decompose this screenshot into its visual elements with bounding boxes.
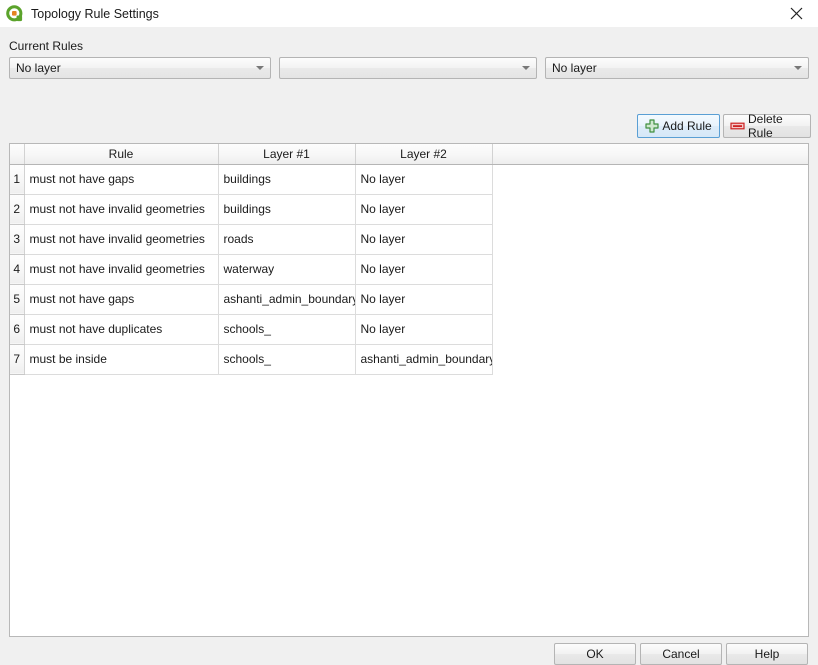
cell-filler <box>492 224 808 254</box>
table-row[interactable]: 5 must not have gaps ashanti_admin_boundar… <box>10 284 808 315</box>
row-number[interactable]: 5 <box>10 284 25 315</box>
cell-layer1[interactable]: schools_ <box>218 314 356 345</box>
row-number[interactable]: 6 <box>10 314 25 345</box>
rules-table-header: Rule Layer #1 Layer #2 <box>10 144 808 165</box>
cell-rule[interactable]: must not have duplicates <box>24 314 219 345</box>
row-number[interactable]: 1 <box>10 164 25 195</box>
dialog-body: Current Rules No layer No layer Add Rule… <box>0 27 818 665</box>
cell-layer2[interactable]: No layer <box>355 314 493 345</box>
cell-layer1[interactable]: roads <box>218 224 356 255</box>
layer1-combo-value: No layer <box>16 61 61 75</box>
red-minus-icon <box>730 119 745 133</box>
help-button-label: Help <box>754 647 780 661</box>
row-number[interactable]: 2 <box>10 194 25 225</box>
cell-rule[interactable]: must not have gaps <box>24 284 219 315</box>
cancel-button[interactable]: Cancel <box>640 643 722 665</box>
cell-filler <box>492 314 808 344</box>
cell-layer1[interactable]: waterway <box>218 254 356 285</box>
row-number[interactable]: 7 <box>10 344 25 375</box>
rule-combo[interactable] <box>279 57 537 79</box>
delete-rule-label: Delete Rule <box>748 112 783 140</box>
cell-rule[interactable]: must be inside <box>24 344 219 375</box>
title-bar: Topology Rule Settings <box>0 0 818 27</box>
table-corner-header[interactable] <box>10 144 25 165</box>
table-row[interactable]: 1 must not have gaps buildings No layer <box>10 164 808 195</box>
column-header-layer2[interactable]: Layer #2 <box>355 144 493 165</box>
qgis-logo-icon <box>6 4 24 23</box>
cell-layer2[interactable]: No layer <box>355 164 493 195</box>
layer2-combo[interactable]: No layer <box>545 57 809 79</box>
cell-filler <box>492 194 808 224</box>
cell-filler <box>492 254 808 284</box>
chevron-down-icon <box>516 58 536 78</box>
cell-layer2[interactable]: No layer <box>355 194 493 225</box>
cell-filler <box>492 284 808 314</box>
rules-table-body: 1 must not have gaps buildings No layer 2 mus… <box>10 164 808 375</box>
chevron-down-icon <box>788 58 808 78</box>
table-row[interactable]: 7 must be inside schools_ ashanti_admin_bou… <box>10 344 808 375</box>
table-row[interactable]: 2 must not have invalid geometries buildin… <box>10 194 808 225</box>
ok-button-label: OK <box>586 647 604 661</box>
cell-layer2[interactable]: ashanti_admin_boundary <box>355 344 493 375</box>
row-number[interactable]: 4 <box>10 254 25 285</box>
cell-layer2[interactable]: No layer <box>355 224 493 255</box>
table-row[interactable]: 4 must not have invalid geometries waterwa… <box>10 254 808 285</box>
cancel-button-label: Cancel <box>662 647 700 661</box>
cell-layer1[interactable]: buildings <box>218 164 356 195</box>
layer1-combo[interactable]: No layer <box>9 57 271 79</box>
cell-layer1[interactable]: ashanti_admin_boundary <box>218 284 356 315</box>
cell-filler <box>492 344 808 374</box>
table-header-row: Rule Layer #1 Layer #2 <box>10 144 808 165</box>
ok-button[interactable]: OK <box>554 643 636 665</box>
cell-filler <box>492 164 808 194</box>
table-row[interactable]: 6 must not have duplicates schools_ No laye… <box>10 314 808 345</box>
table-row[interactable]: 3 must not have invalid geometries roads No… <box>10 224 808 255</box>
close-icon[interactable] <box>774 0 818 27</box>
column-header-filler <box>492 144 808 165</box>
help-button[interactable]: Help <box>726 643 808 665</box>
cell-layer2[interactable]: No layer <box>355 284 493 315</box>
cell-rule[interactable]: must not have gaps <box>24 164 219 195</box>
add-rule-label: Add Rule <box>662 119 712 133</box>
column-header-layer1[interactable]: Layer #1 <box>218 144 356 165</box>
current-rules-label: Current Rules <box>9 39 84 53</box>
cell-layer2[interactable]: No layer <box>355 254 493 285</box>
cell-rule[interactable]: must not have invalid geometries <box>24 254 219 285</box>
column-header-rule[interactable]: Rule <box>24 144 219 165</box>
chevron-down-icon <box>250 58 270 78</box>
row-number[interactable]: 3 <box>10 224 25 255</box>
layer2-combo-value: No layer <box>552 61 597 75</box>
window-title: Topology Rule Settings <box>31 6 159 21</box>
rules-table: Rule Layer #1 Layer #2 1 must not have ga… <box>10 144 808 375</box>
cell-rule[interactable]: must not have invalid geometries <box>24 194 219 225</box>
cell-layer1[interactable]: buildings <box>218 194 356 225</box>
delete-rule-button[interactable]: Delete Rule <box>723 112 811 140</box>
rules-table-frame[interactable]: Rule Layer #1 Layer #2 1 must not have ga… <box>9 143 809 637</box>
add-rule-button[interactable]: Add Rule <box>637 114 720 138</box>
cell-rule[interactable]: must not have invalid geometries <box>24 224 219 255</box>
green-plus-icon <box>645 119 659 133</box>
cell-layer1[interactable]: schools_ <box>218 344 356 375</box>
